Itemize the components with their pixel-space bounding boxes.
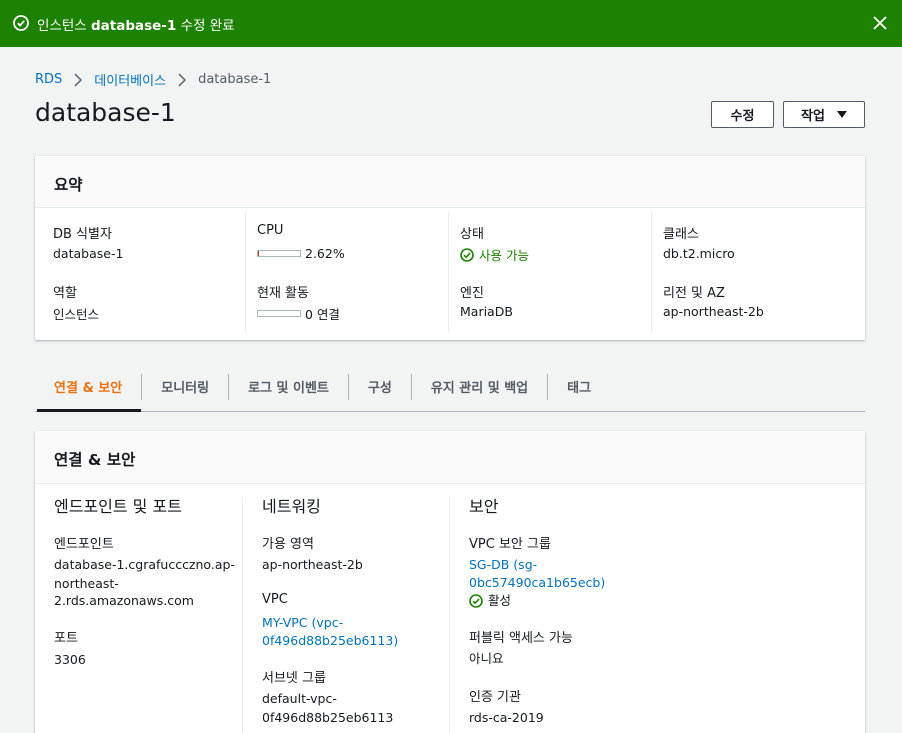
networking-column: 네트워킹: [262, 493, 442, 517]
page-title: database-1: [35, 98, 176, 127]
activity-label: 현재 활동: [257, 286, 309, 301]
endpoint-label: 엔드포인트: [54, 537, 114, 552]
success-check-icon: [13, 15, 29, 31]
port-value: 3306: [54, 652, 86, 667]
security-group-link-line2[interactable]: 0bc57490ca1b65ecb): [469, 573, 605, 592]
endpoint-value-line1: database-1.cgrafuccczno.ap-: [54, 557, 235, 572]
chevron-right-icon: [74, 72, 83, 87]
breadcrumb: RDS 데이터베이스 database-1: [35, 70, 271, 89]
port-label: 포트: [54, 631, 78, 646]
certificate-authority-label: 인증 기관: [469, 690, 521, 705]
db-id-label: DB 식별자: [53, 227, 112, 242]
endpoint-column: 엔드포인트 및 포트: [54, 493, 234, 517]
public-access-label: 퍼블릭 액세스 가능: [469, 631, 573, 646]
caret-down-icon: [836, 110, 847, 118]
cpu-label: CPU: [257, 223, 284, 238]
vpc-link-line1[interactable]: MY-VPC (vpc-: [262, 613, 343, 632]
breadcrumb-databases[interactable]: 데이터베이스: [94, 70, 166, 89]
region-value: ap-northeast-2b: [663, 304, 764, 319]
role-label: 역할: [53, 286, 77, 301]
security-group-link-line1[interactable]: SG-DB (sg-: [469, 555, 537, 574]
az-label: 가용 영역: [262, 537, 314, 552]
tab-maintenance-backup[interactable]: 유지 관리 및 백업: [412, 362, 547, 410]
class-value: db.t2.micro: [663, 246, 735, 261]
cpu-meter: 2.62%: [257, 246, 345, 261]
summary-panel: 요약 DB 식별자 database-1 역할 인스턴스 CPU 2.62% 현…: [35, 156, 865, 340]
db-id-value: database-1: [53, 246, 124, 261]
security-group-status-text: 활성: [488, 593, 512, 608]
activity-value: 0 연결: [305, 307, 340, 322]
breadcrumb-rds[interactable]: RDS: [35, 72, 62, 87]
column-divider: [242, 497, 243, 733]
edit-button[interactable]: 수정: [711, 101, 774, 128]
az-value: ap-northeast-2b: [262, 557, 363, 572]
class-label: 클래스: [663, 227, 699, 242]
activity-meter: 0 연결: [257, 304, 340, 323]
cpu-value: 2.62%: [305, 246, 345, 261]
connectivity-title: 연결 & 보안: [35, 431, 865, 484]
tab-monitoring[interactable]: 모니터링: [142, 362, 228, 410]
summary-title: 요약: [35, 156, 865, 208]
public-access-value: 아니요: [469, 651, 504, 666]
vpc-security-group-label: VPC 보안 그룹: [469, 537, 551, 552]
networking-column-title: 네트워킹: [262, 497, 321, 516]
subnet-group-line1: default-vpc-: [262, 691, 337, 706]
status-text: 사용 가능: [479, 248, 529, 263]
check-circle-icon: [469, 593, 483, 608]
column-divider: [449, 497, 450, 733]
actions-button[interactable]: 작업: [783, 101, 865, 128]
close-icon[interactable]: [872, 15, 888, 31]
success-flashbar: 인스턴스 database-1 수정 완료: [0, 0, 902, 47]
cpu-progress-bar: [257, 250, 301, 257]
vpc-link-line2[interactable]: 0f496d88b25eb6113): [262, 631, 398, 650]
security-column-title: 보안: [469, 497, 499, 516]
summary-col-status: 상태 사용 가능 엔진 MariaDB: [448, 212, 651, 332]
flash-message: 인스턴스 database-1 수정 완료: [37, 18, 235, 34]
check-circle-icon: [460, 247, 474, 262]
tab-configuration[interactable]: 구성: [349, 362, 411, 410]
actions-label: 작업: [801, 109, 825, 124]
chevron-right-icon: [178, 72, 187, 87]
engine-value: MariaDB: [460, 304, 513, 319]
certificate-authority-value: rds-ca-2019: [469, 710, 544, 725]
role-value: 인스턴스: [53, 307, 100, 322]
endpoint-value-line3: 2.rds.amazonaws.com: [54, 593, 194, 608]
summary-col-identifier: DB 식별자 database-1 역할 인스턴스: [35, 212, 245, 332]
security-group-status: 활성: [469, 591, 511, 610]
security-column: 보안: [469, 493, 669, 517]
subnet-group-line2: 0f496d88b25eb6113: [262, 710, 394, 725]
tab-connectivity-security[interactable]: 연결 & 보안: [35, 362, 142, 412]
breadcrumb-current: database-1: [198, 72, 272, 87]
summary-col-class: 클래스 db.t2.micro 리전 및 AZ ap-northeast-2b: [651, 212, 865, 332]
tab-tags[interactable]: 태그: [548, 362, 610, 410]
vpc-label: VPC: [262, 592, 288, 607]
endpoint-column-title: 엔드포인트 및 포트: [54, 497, 182, 516]
connectivity-panel: 연결 & 보안 엔드포인트 및 포트 엔드포인트 database-1.cgra…: [35, 431, 865, 733]
engine-label: 엔진: [460, 286, 484, 301]
tab-logs-events[interactable]: 로그 및 이벤트: [229, 362, 348, 410]
subnet-group-label: 서브넷 그룹: [262, 671, 326, 686]
summary-col-cpu: CPU 2.62% 현재 활동 0 연결: [245, 212, 448, 332]
activity-progress-bar: [257, 310, 301, 317]
status-label: 상태: [460, 227, 484, 242]
status-value: 사용 가능: [460, 245, 529, 264]
detail-tabs: 연결 & 보안 모니터링 로그 및 이벤트 구성 유지 관리 및 백업 태그: [35, 362, 865, 412]
region-label: 리전 및 AZ: [663, 286, 725, 301]
